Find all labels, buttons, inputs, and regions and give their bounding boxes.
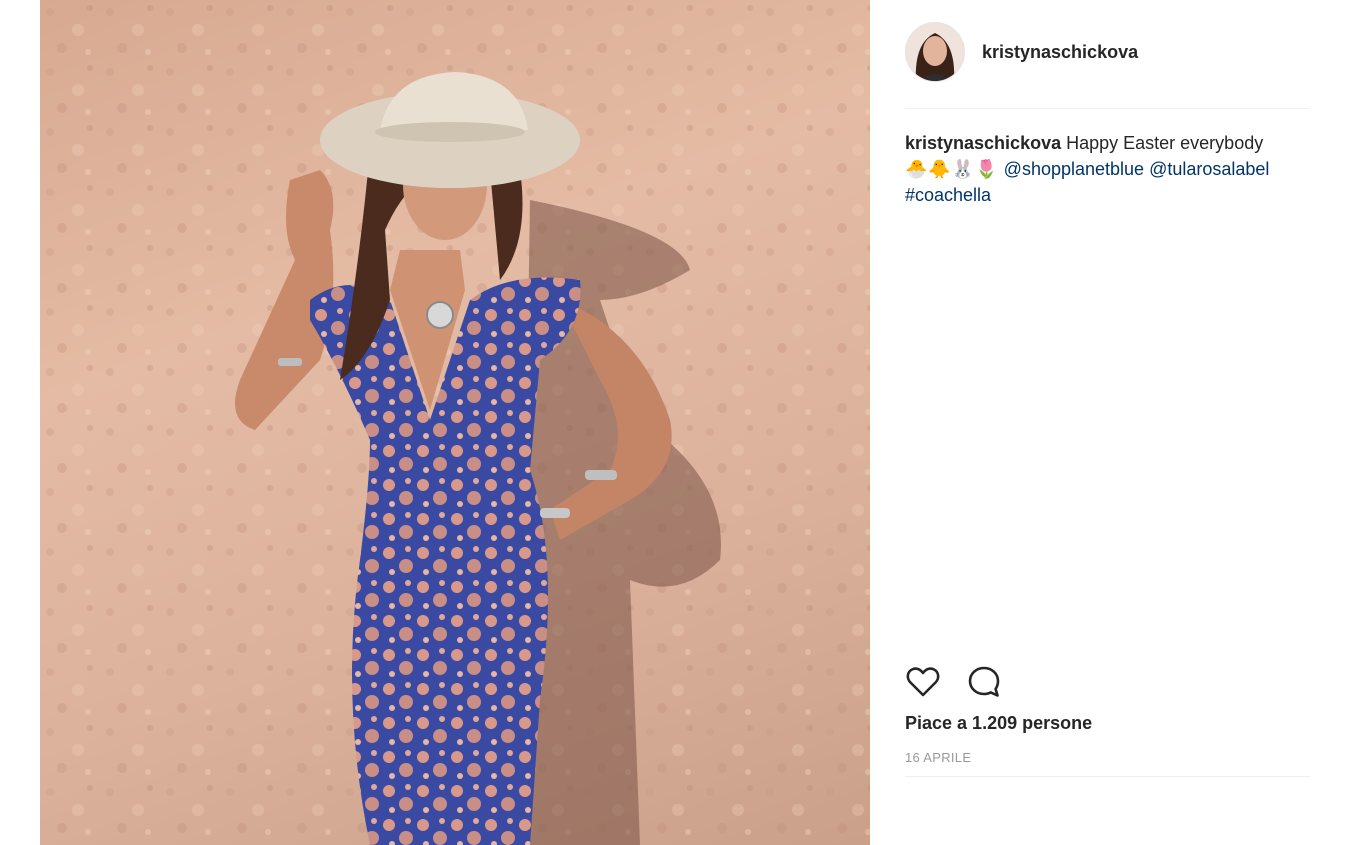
footer-divider [905,776,1310,777]
profile-avatar[interactable] [905,22,965,82]
post-actions [905,662,1002,702]
likes-count[interactable]: Piace a 1.209 persone [905,713,1092,734]
mention-link-tularosalabel[interactable]: @tularosalabel [1149,159,1269,179]
post-side-panel: kristynaschickova kristynaschickova Happ… [905,0,1310,845]
post-author-username[interactable]: kristynaschickova [982,42,1138,63]
comment-button[interactable] [966,664,1002,700]
caption-username[interactable]: kristynaschickova [905,133,1061,153]
comment-bubble-icon [968,666,1000,697]
like-button[interactable] [905,664,941,700]
caption-text: Happy Easter everybody [1066,133,1264,153]
post-header: kristynaschickova [905,22,1310,82]
photo-illustration [40,0,870,845]
header-divider [905,108,1310,109]
post-date[interactable]: 16 APRILE [905,750,971,765]
post-caption: kristynaschickova Happy Easter everybody… [905,130,1305,208]
post-photo[interactable] [40,0,870,845]
avatar-image [906,23,964,81]
caption-emojis: 🐣🐥🐰🌷 [905,159,999,179]
hashtag-link-coachella[interactable]: #coachella [905,185,991,205]
mention-link-shopplanetblue[interactable]: @shopplanetblue [1004,159,1144,179]
instagram-post-view: kristynaschickova kristynaschickova Happ… [0,0,1350,845]
heart-icon [906,667,940,697]
